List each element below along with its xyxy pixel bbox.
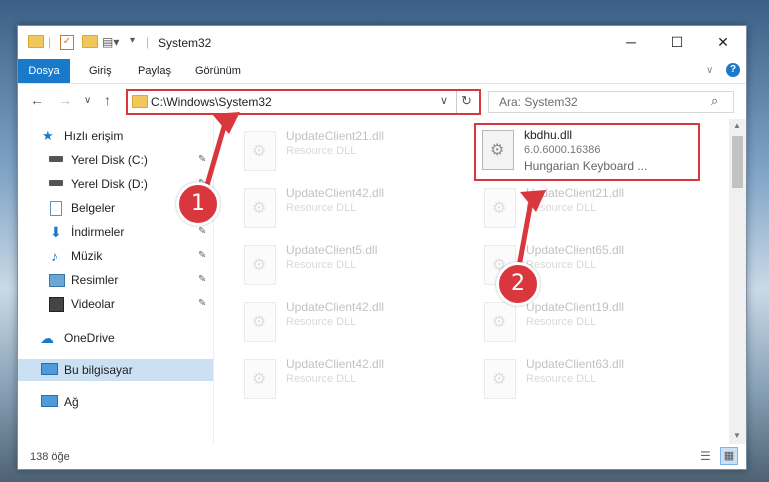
- callout-badge-1: 1: [176, 182, 220, 226]
- callout-arrow-1-head: [212, 112, 240, 134]
- callout-arrow-1: [202, 119, 229, 193]
- callout-arrow-2-head: [520, 190, 546, 212]
- callout-badge-2: 2: [496, 262, 540, 306]
- callout-arrow-2: [515, 195, 535, 273]
- annotation-arrows: [202, 112, 546, 273]
